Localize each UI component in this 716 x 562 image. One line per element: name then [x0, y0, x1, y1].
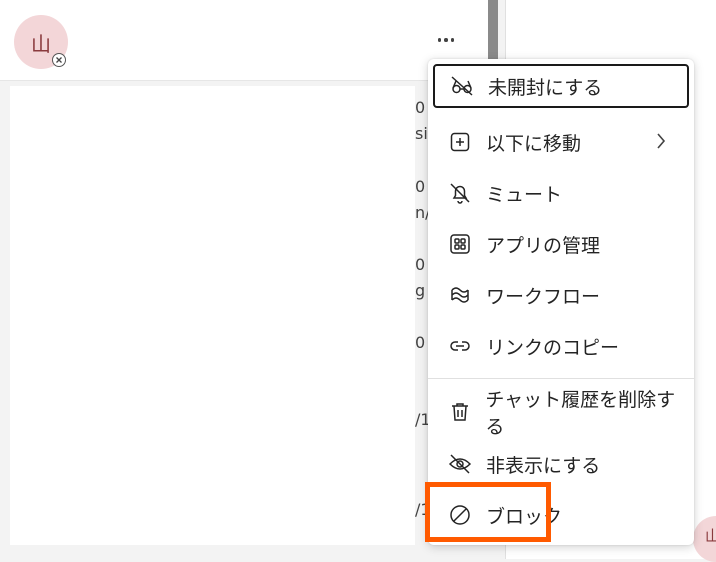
menu-divider: [428, 378, 694, 379]
more-options-button[interactable]: [431, 30, 461, 50]
menu-item-workflow[interactable]: ワークフロー: [433, 273, 689, 317]
presence-offline-icon: [52, 53, 66, 67]
menu-item-move-to[interactable]: 以下に移動: [433, 120, 689, 164]
highlight-annotation: [425, 482, 551, 542]
menu-item-label: チャット履歴を削除する: [485, 389, 676, 438]
clipped-text: 0: [415, 333, 426, 352]
chevron-right-icon: [657, 133, 666, 149]
menu-item-label: ワークフロー: [486, 285, 601, 308]
bell-off-icon: [447, 180, 473, 206]
menu-item-mark-unread[interactable]: 未開封にする: [433, 64, 689, 108]
menu-item-label: 未開封にする: [488, 76, 603, 99]
clipped-text: 0: [415, 177, 426, 196]
clipped-text: n/: [415, 203, 429, 222]
menu-item-copy-link[interactable]: リンクのコピー: [433, 324, 689, 368]
plus-square-icon: [447, 129, 473, 155]
clipped-text: g: [415, 281, 426, 300]
menu-item-label: アプリの管理: [486, 234, 601, 257]
dot-icon: [444, 38, 448, 42]
menu-item-label: 非表示にする: [486, 454, 601, 477]
clipped-text: /1: [415, 410, 429, 429]
apps-grid-icon: [447, 231, 473, 257]
menu-item-label: ミュート: [486, 183, 563, 206]
avatar-initial: 山: [705, 527, 716, 545]
workflow-icon: [447, 282, 473, 308]
eye-off-glasses-icon: [449, 73, 475, 99]
menu-item-mute[interactable]: ミュート: [433, 171, 689, 215]
dot-icon: [450, 38, 455, 42]
clipped-text: 0: [415, 98, 426, 117]
context-menu: 未開封にする 以下に移動 ミュート アプリの管理 ワークフロー リンクのコピー: [428, 59, 694, 545]
eye-hide-icon: [447, 451, 473, 477]
menu-item-hide[interactable]: 非表示にする: [433, 442, 689, 486]
dot-icon: [437, 38, 442, 42]
message-panel: [10, 86, 415, 545]
menu-item-label: リンクのコピー: [486, 336, 620, 359]
menu-item-manage-apps[interactable]: アプリの管理: [433, 222, 689, 266]
clipped-text: sis: [415, 124, 429, 143]
link-icon: [447, 333, 473, 359]
clipped-text: 0: [415, 255, 426, 274]
chat-header-card: 山: [0, 0, 488, 81]
avatar-initial: 山: [31, 31, 51, 56]
menu-item-delete-history[interactable]: チャット履歴を削除する: [433, 389, 689, 438]
scrollbar[interactable]: [488, 0, 498, 65]
trash-icon: [447, 399, 472, 425]
menu-item-label: 以下に移動: [486, 132, 582, 155]
